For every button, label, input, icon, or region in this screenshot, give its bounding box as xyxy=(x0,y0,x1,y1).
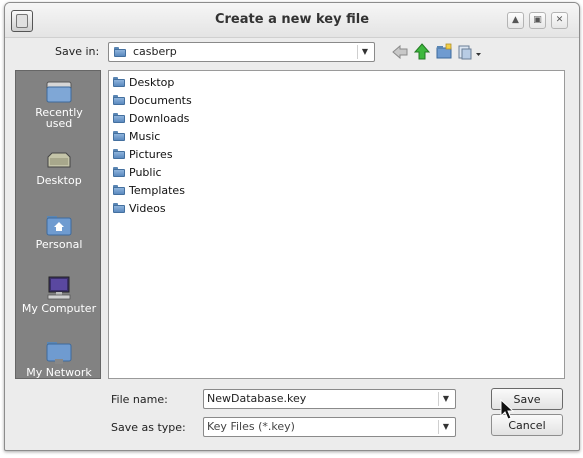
file-name-text: Pictures xyxy=(129,148,173,161)
recent-folder-icon xyxy=(46,81,72,103)
folder-icon xyxy=(114,47,126,57)
file-name-value: NewDatabase.key xyxy=(207,392,307,405)
back-arrow-icon[interactable] xyxy=(391,43,409,61)
computer-icon xyxy=(47,276,71,300)
folder-icon xyxy=(113,185,125,195)
place-label: My Network xyxy=(26,366,92,379)
folder-icon xyxy=(113,203,125,213)
place-personal[interactable]: Personal xyxy=(16,213,102,250)
place-recently-used[interactable]: Recently used xyxy=(16,79,102,129)
new-folder-icon[interactable] xyxy=(435,43,453,61)
folder-icon xyxy=(113,77,125,87)
file-name-text: Downloads xyxy=(129,112,190,125)
file-name-text: Documents xyxy=(129,94,192,107)
file-name-label: File name: xyxy=(111,393,168,406)
view-menu-icon[interactable] xyxy=(457,43,483,61)
mouse-cursor-icon xyxy=(500,399,514,420)
dialog-title: Create a new key file xyxy=(214,12,370,27)
place-my-computer[interactable]: My Computer xyxy=(16,275,102,314)
chevron-down-icon[interactable]: ▼ xyxy=(357,45,372,59)
file-name-text: Templates xyxy=(129,184,185,197)
up-icon[interactable]: ▲ xyxy=(507,12,524,29)
places-sidebar: Recently used Desktop Personal My Comput… xyxy=(15,70,101,379)
file-name-field[interactable]: NewDatabase.key ▼ xyxy=(203,389,456,409)
place-label: Desktop xyxy=(36,174,82,187)
place-label: Personal xyxy=(35,238,83,251)
folder-icon xyxy=(113,149,125,159)
folder-icon xyxy=(113,95,125,105)
place-desktop[interactable]: Desktop xyxy=(16,149,102,186)
save-as-type-label: Save as type: xyxy=(111,421,186,434)
save-as-type-value: Key Files (*.key) xyxy=(207,420,295,433)
file-name-text: Videos xyxy=(129,202,166,215)
network-icon xyxy=(46,342,72,364)
file-list[interactable]: Desktop Documents Downloads Music Pictur… xyxy=(108,70,565,379)
up-folder-icon[interactable] xyxy=(413,43,431,61)
save-as-type-select[interactable]: Key Files (*.key) ▼ xyxy=(203,417,456,437)
file-name-text: Music xyxy=(129,130,161,143)
folder-icon xyxy=(113,113,125,123)
chevron-down-icon[interactable]: ▼ xyxy=(438,420,453,434)
folder-icon xyxy=(113,167,125,177)
save-in-label: Save in: xyxy=(55,45,100,58)
save-in-value: casberp xyxy=(133,45,177,58)
desktop-icon xyxy=(47,152,71,168)
title-bar[interactable]: Create a new key file ▲ ▣ ✕ xyxy=(5,3,579,38)
place-label: My Computer xyxy=(21,302,97,315)
close-icon[interactable]: ✕ xyxy=(551,12,568,29)
file-name-text: Desktop xyxy=(129,76,175,89)
place-label: Recently used xyxy=(35,106,83,130)
place-my-network[interactable]: My Network xyxy=(16,339,102,378)
save-in-combo[interactable]: casberp ▼ xyxy=(108,42,375,62)
file-name-text: Public xyxy=(129,166,162,179)
restore-icon[interactable]: ▣ xyxy=(529,12,546,29)
home-folder-icon xyxy=(46,216,72,236)
folder-icon xyxy=(113,131,125,141)
save-dialog: Create a new key file ▲ ▣ ✕ Save in: cas… xyxy=(4,2,580,451)
chevron-down-icon[interactable]: ▼ xyxy=(438,392,453,406)
